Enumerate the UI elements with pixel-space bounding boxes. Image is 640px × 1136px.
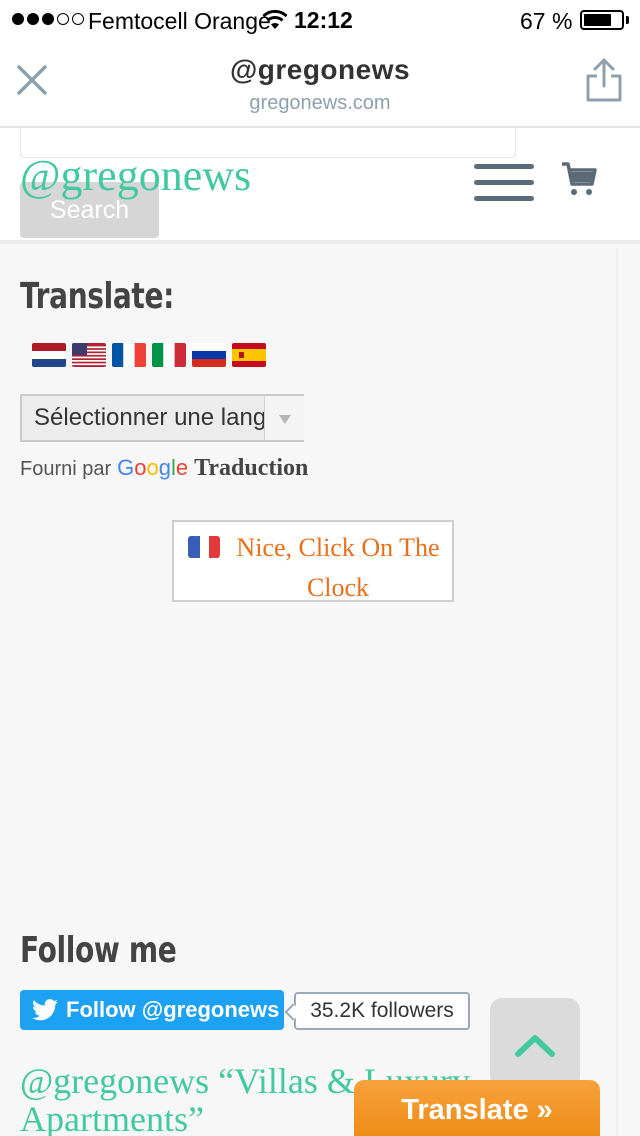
translate-heading: Translate:: [20, 276, 174, 317]
promo-text[interactable]: Nice, Click On The Clock: [222, 528, 454, 608]
share-icon[interactable]: [584, 56, 624, 104]
page-url: gregonews.com: [249, 92, 391, 114]
twitter-bird-icon: [32, 999, 58, 1021]
translate-floating-tab[interactable]: Translate »: [354, 1080, 600, 1136]
scroll-to-top-button[interactable]: [490, 998, 580, 1088]
it-flag-icon[interactable]: [152, 343, 186, 367]
language-select-value: Sélectionner une langue: [34, 404, 270, 431]
page-title: @gregonews: [229, 54, 411, 85]
sidebar-divider: [616, 248, 618, 1136]
follow-heading: Follow me: [20, 930, 177, 971]
chevron-up-icon: [515, 1035, 555, 1057]
battery-icon: [580, 10, 624, 30]
wifi-icon: [262, 9, 288, 29]
fr-flag-icon: [188, 536, 220, 558]
signal-strength-icon: [12, 13, 84, 25]
language-select[interactable]: Sélectionner une langue: [20, 394, 304, 442]
battery-nub: [626, 16, 629, 24]
fr-flag-icon[interactable]: [112, 343, 146, 367]
powered-by: Fourni par Google Traduction: [20, 455, 308, 482]
battery-percent: 67 %: [520, 8, 573, 34]
google-logo[interactable]: Google: [117, 455, 188, 481]
us-flag-icon[interactable]: [72, 343, 106, 367]
carrier-name: Femtocell Orange: [88, 8, 271, 34]
twitter-follow-button[interactable]: Follow @gregonews: [20, 990, 284, 1030]
hamburger-menu-icon[interactable]: [474, 164, 534, 204]
status-bar: Femtocell Orange 12:12 67 %: [0, 0, 640, 40]
language-flags: [32, 343, 266, 367]
followers-count[interactable]: 35.2K followers: [294, 992, 470, 1030]
promo-link-box[interactable]: Nice, Click On The Clock: [172, 520, 454, 602]
twitter-follow-label: Follow @gregonews: [66, 997, 280, 1022]
traduction-link[interactable]: Traduction: [194, 455, 308, 482]
status-time: 12:12: [294, 7, 353, 33]
powered-by-label: Fourni par: [20, 458, 112, 480]
nl-flag-icon[interactable]: [32, 343, 66, 367]
ru-flag-icon[interactable]: [192, 343, 226, 367]
site-header: Search @gregonews: [0, 128, 640, 244]
cart-icon[interactable]: [560, 160, 598, 198]
site-logo[interactable]: @gregonews: [20, 150, 251, 201]
es-flag-icon[interactable]: [232, 343, 266, 367]
chevron-down-icon: [264, 396, 304, 440]
browser-header: @gregonews gregonews.com: [0, 40, 640, 128]
